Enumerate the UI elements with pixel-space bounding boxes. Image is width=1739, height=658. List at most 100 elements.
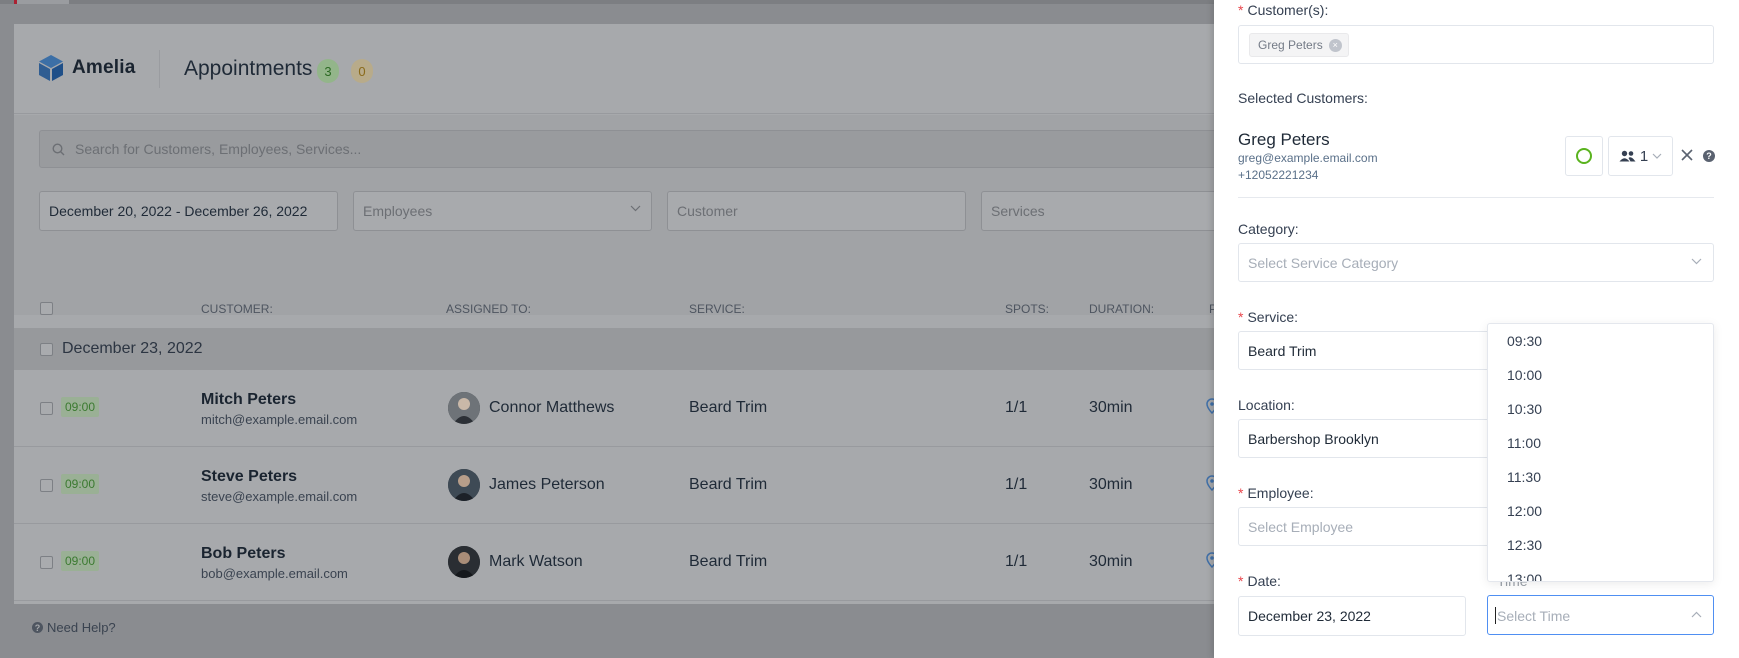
need-help-link[interactable]: ? Need Help?: [32, 620, 116, 635]
search-placeholder: Search for Customers, Employees, Service…: [75, 141, 362, 157]
customer-name: Steve Peters: [201, 468, 298, 485]
time-option[interactable]: 12:00: [1507, 503, 1542, 519]
time-option[interactable]: 10:00: [1507, 367, 1542, 383]
search-input[interactable]: Search for Customers, Employees, Service…: [39, 130, 1319, 168]
service-value: Beard Trim: [1248, 343, 1317, 359]
status-approved-icon: [1576, 148, 1592, 164]
amelia-logo-icon: [39, 55, 63, 81]
close-icon[interactable]: ×: [1328, 38, 1342, 52]
employees-placeholder: Employees: [363, 203, 433, 219]
customers-select[interactable]: Greg Peters ×: [1238, 25, 1714, 64]
service-name: Beard Trim: [689, 399, 768, 416]
spots-value: 1/1: [1005, 553, 1028, 570]
remove-customer-icon[interactable]: [1681, 149, 1693, 161]
duration-value: 30min: [1089, 399, 1133, 416]
column-spots: SPOTS:: [1005, 302, 1050, 316]
date-picker[interactable]: December 23, 2022: [1238, 596, 1466, 636]
duration-value: 30min: [1089, 476, 1133, 493]
time-badge: 09:00: [61, 551, 100, 571]
filters-section: Search for Customers, Employees, Service…: [14, 115, 1319, 315]
service-name: Beard Trim: [689, 476, 768, 493]
time-option[interactable]: 11:00: [1507, 435, 1541, 451]
header-divider: [159, 50, 160, 88]
time-dropdown: 09:30 10:00 10:30 11:00 11:30 12:00 12:3…: [1487, 323, 1714, 582]
chevron-down-icon: [1691, 258, 1702, 265]
employee-placeholder: Select Employee: [1248, 519, 1354, 535]
page-title: Appointments: [184, 57, 313, 80]
employee-name: Connor Matthews: [489, 399, 615, 416]
row-checkbox[interactable]: [40, 479, 53, 492]
avatar: [448, 546, 480, 578]
customer-email: steve@example.email.com: [201, 489, 358, 504]
customer-name: Mitch Peters: [201, 391, 297, 408]
customer-name: Bob Peters: [201, 545, 286, 562]
date-group-label: December 23, 2022: [62, 340, 203, 357]
date-value: December 23, 2022: [1248, 608, 1371, 624]
category-select[interactable]: Select Service Category: [1238, 243, 1714, 282]
page-header: Amelia Appointments 3 0: [14, 24, 1314, 114]
table-row[interactable]: 09:00 Bob Peters bob@example.email.com M…: [14, 524, 1314, 601]
spots-value: 1/1: [1005, 476, 1028, 493]
text-cursor: [1495, 607, 1496, 624]
persons-select[interactable]: 1: [1608, 136, 1673, 176]
people-icon: [1619, 150, 1636, 162]
table-row[interactable]: 09:00 Steve Peters steve@example.email.c…: [14, 447, 1314, 524]
column-assigned-to: ASSIGNED TO:: [446, 302, 531, 316]
date-group-checkbox[interactable]: [40, 343, 53, 356]
time-option[interactable]: 13:00: [1507, 571, 1542, 581]
chevron-up-icon: [1691, 611, 1702, 618]
approved-count-badge: 3: [317, 59, 339, 83]
time-placeholder: Select Time: [1497, 608, 1571, 624]
date-range-picker[interactable]: December 20, 2022 - December 26, 2022: [39, 191, 338, 231]
spots-value: 1/1: [1005, 399, 1028, 416]
time-badge: 09:00: [61, 397, 100, 417]
pending-count-badge: 0: [351, 59, 373, 83]
customer-tag: Greg Peters ×: [1249, 33, 1349, 57]
chevron-down-icon: [1652, 153, 1662, 159]
help-icon: ?: [32, 622, 43, 633]
customer-email: bob@example.email.com: [201, 566, 348, 581]
divider: [1238, 197, 1714, 198]
booking-status-button[interactable]: [1565, 136, 1603, 176]
customer-tag-label: Greg Peters: [1258, 38, 1323, 52]
column-duration: DURATION:: [1089, 302, 1155, 316]
duration-value: 30min: [1089, 553, 1133, 570]
location-value: Barbershop Brooklyn: [1248, 431, 1379, 447]
customer-email: mitch@example.email.com: [201, 412, 358, 427]
time-select[interactable]: Select Time: [1487, 595, 1714, 635]
brand-name: Amelia: [72, 57, 136, 78]
persons-count: 1: [1639, 147, 1649, 165]
amelia-logo[interactable]: Amelia: [38, 54, 136, 82]
avatar: [448, 392, 480, 424]
date-range-value: December 20, 2022 - December 26, 2022: [49, 203, 308, 219]
need-help-label: Need Help?: [47, 620, 116, 635]
category-placeholder: Select Service Category: [1248, 255, 1399, 271]
column-customer: CUSTOMER:: [201, 302, 273, 316]
table-row[interactable]: 09:00 Mitch Peters mitch@example.email.c…: [14, 370, 1314, 447]
row-checkbox[interactable]: [40, 556, 53, 569]
customer-select[interactable]: Customer: [667, 191, 966, 231]
employees-select[interactable]: Employees: [353, 191, 652, 231]
column-service: SERVICE:: [689, 302, 745, 316]
row-checkbox[interactable]: [40, 402, 53, 415]
customer-placeholder: Customer: [677, 203, 738, 219]
question-icon[interactable]: ?: [1703, 150, 1715, 162]
time-badge: 09:00: [61, 474, 100, 494]
employee-label: * Employee:: [1238, 485, 1314, 501]
time-option[interactable]: 09:30: [1507, 333, 1542, 349]
chevron-down-icon: [630, 205, 641, 212]
date-label: * Date:: [1238, 573, 1281, 589]
date-group-row: December 23, 2022: [14, 328, 1314, 370]
select-all-checkbox[interactable]: [40, 302, 53, 315]
selected-customer-email: greg@example.email.com: [1238, 151, 1378, 165]
search-icon: [52, 142, 65, 155]
appointments-card: Amelia Appointments 3 0 Search for Custo…: [14, 24, 1319, 604]
avatar: [448, 469, 480, 501]
services-placeholder: Services: [991, 203, 1045, 219]
time-option[interactable]: 10:30: [1507, 401, 1542, 417]
category-label: Category:: [1238, 221, 1299, 237]
employee-name: James Peterson: [489, 476, 605, 493]
selected-customer-phone: +12052221234: [1238, 168, 1319, 182]
time-option[interactable]: 11:30: [1507, 469, 1541, 485]
time-option[interactable]: 12:30: [1507, 537, 1542, 553]
